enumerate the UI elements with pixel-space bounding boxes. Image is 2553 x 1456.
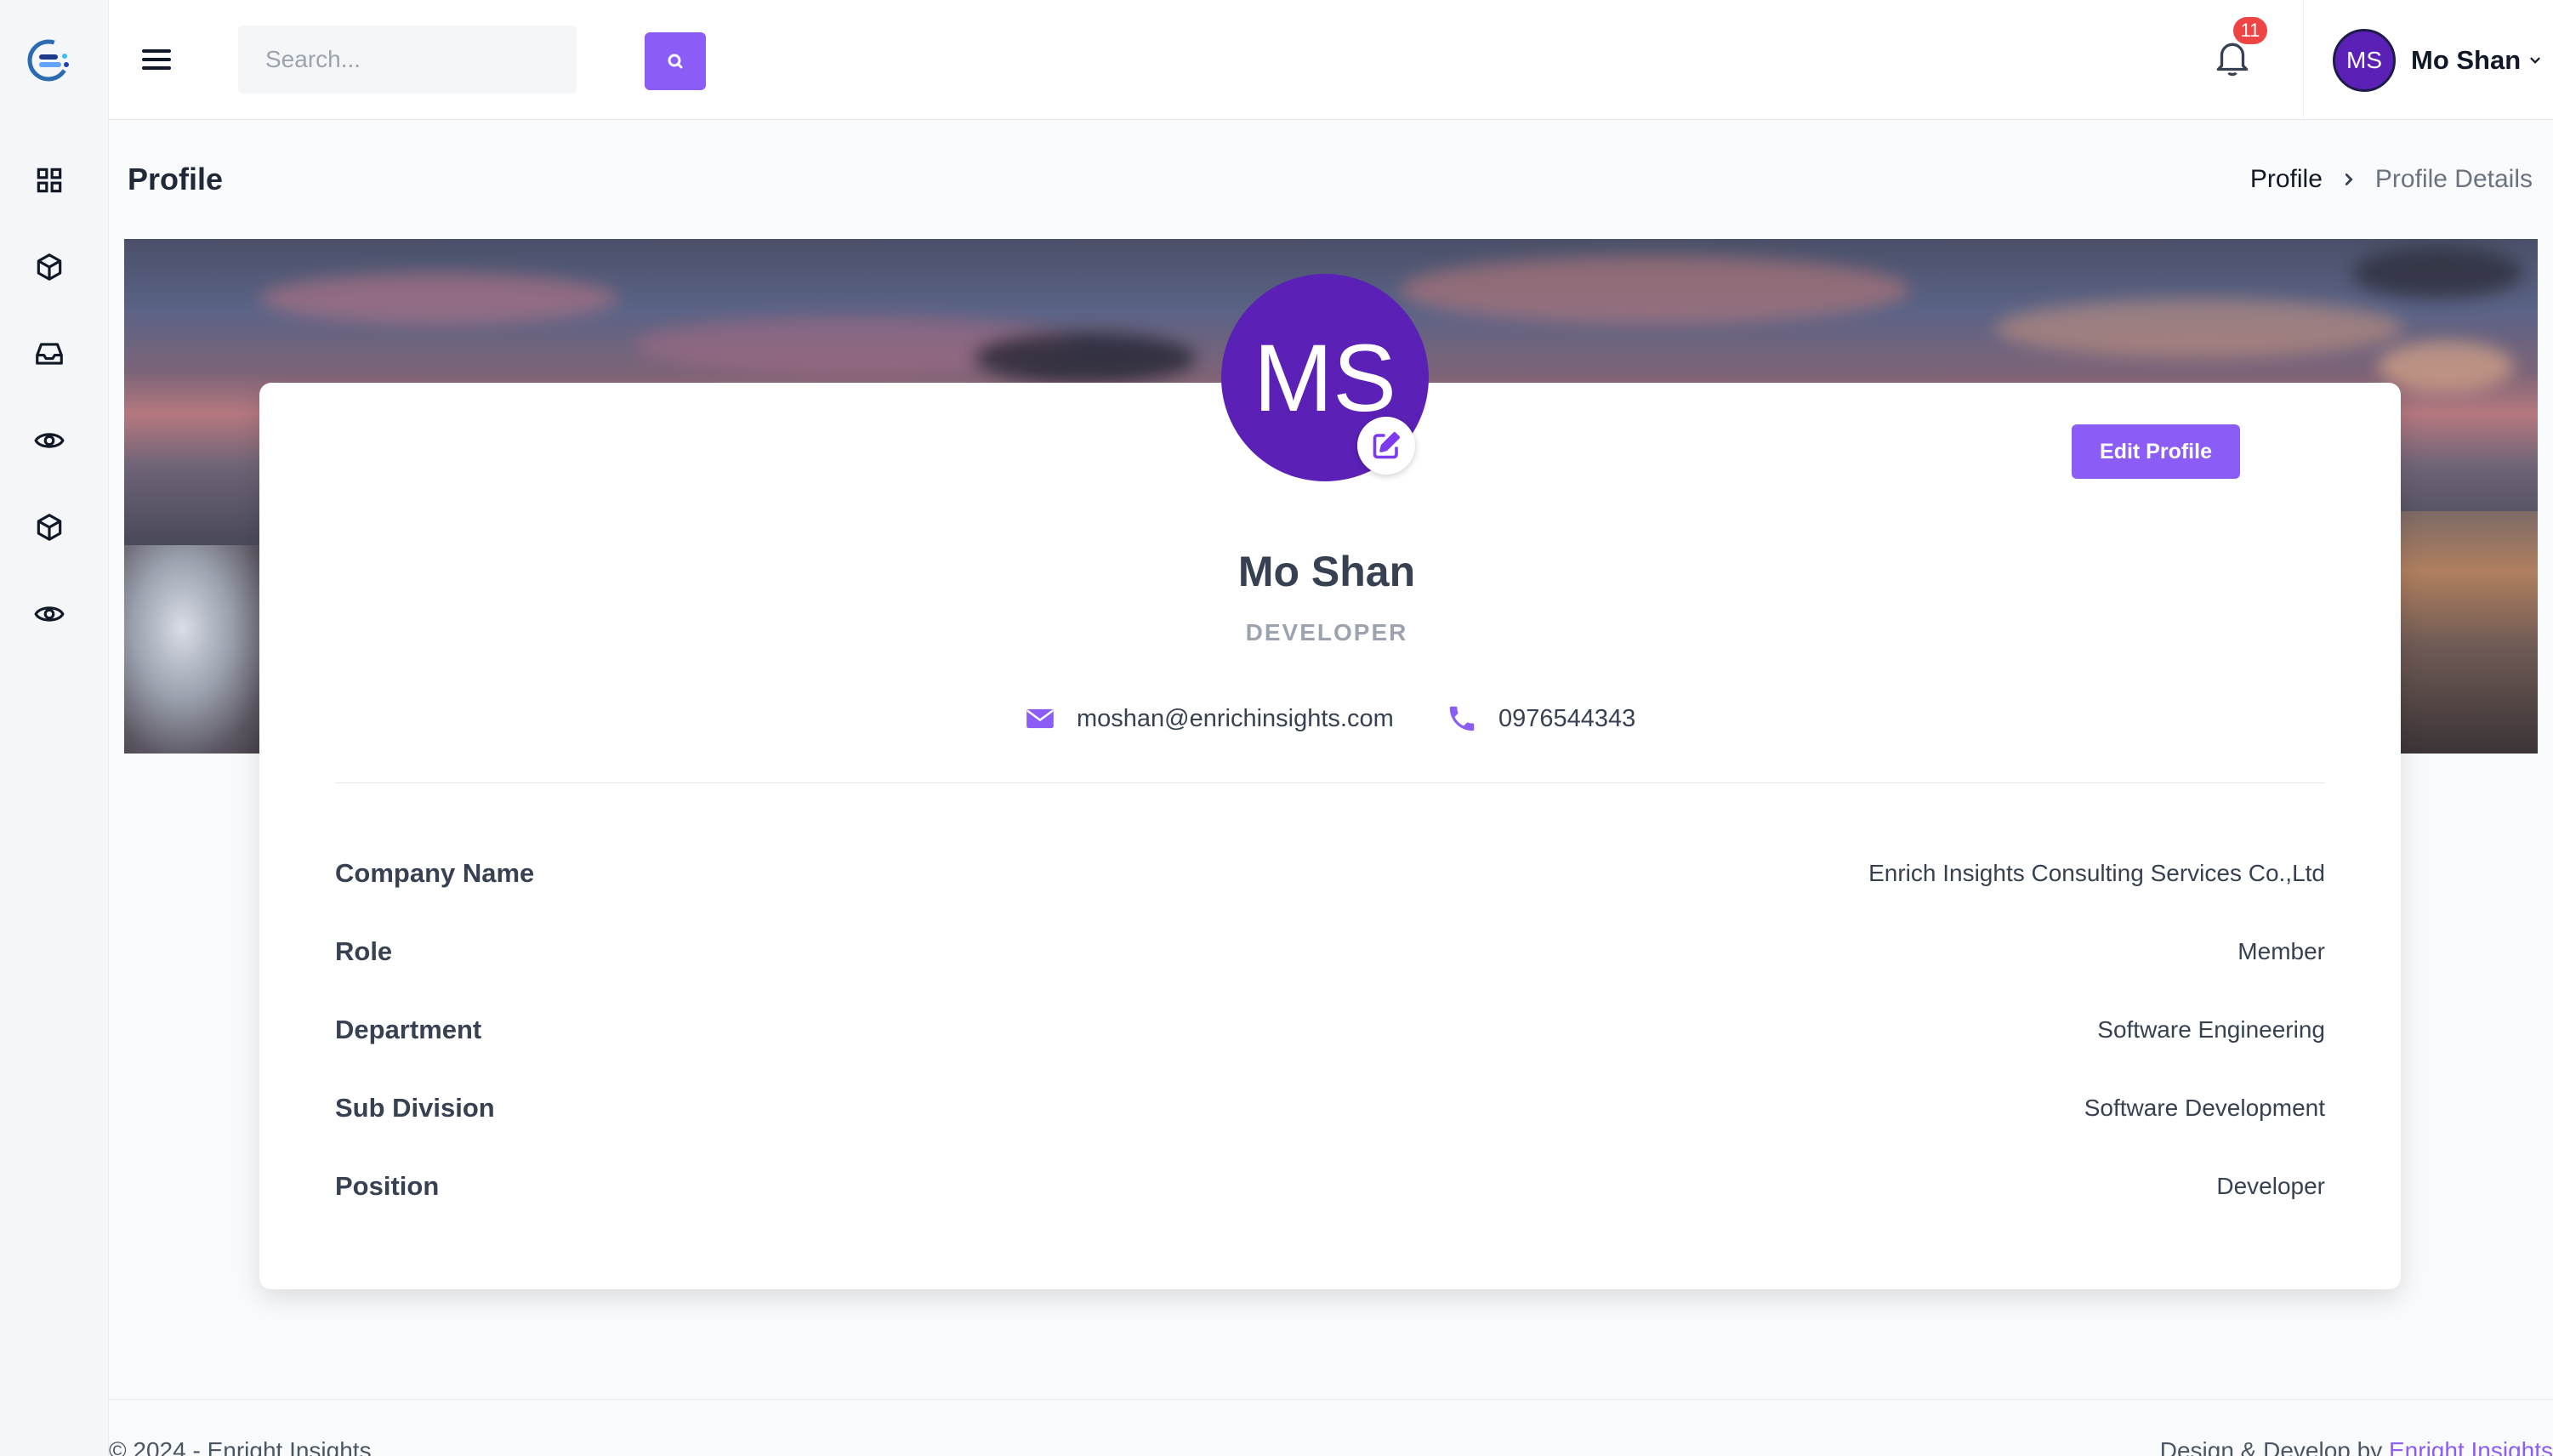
detail-row-sub-division: Sub Division Software Development <box>335 1087 2325 1129</box>
edit-avatar-button[interactable] <box>1357 417 1415 475</box>
sidebar-item-dashboard[interactable] <box>29 160 70 201</box>
chevron-right-icon <box>2345 173 2353 185</box>
detail-row-company: Company Name Enrich Insights Consulting … <box>335 852 2325 895</box>
menu-toggle-button[interactable] <box>139 43 173 77</box>
detail-value: Member <box>2237 938 2325 964</box>
card-divider <box>335 782 2325 783</box>
notification-badge: 11 <box>2233 17 2267 44</box>
detail-value: Enrich Insights Consulting Services Co.,… <box>1868 860 2325 886</box>
detail-value: Software Engineering <box>2097 1016 2325 1043</box>
user-menu[interactable]: MS Mo Shan <box>2303 0 2553 120</box>
footer-copyright: © 2024 - Enright Insights <box>109 1437 372 1456</box>
envelope-icon <box>1026 708 1054 729</box>
footer-credit-link[interactable]: Enright Insights <box>2389 1437 2553 1456</box>
email-text[interactable]: moshan@enrichinsights.com <box>1077 705 1394 733</box>
sidebar-item-products-2[interactable] <box>29 507 70 548</box>
detail-value: Developer <box>2216 1173 2325 1199</box>
sidebar-item-view-2[interactable] <box>29 594 70 634</box>
detail-label: Company Name <box>335 858 535 888</box>
eye-icon <box>34 433 65 448</box>
footer-divider <box>109 1399 2553 1400</box>
dashboard-grid-icon <box>37 168 62 193</box>
detail-label: Department <box>335 1015 482 1044</box>
sidebar <box>0 0 109 1456</box>
search-input[interactable] <box>238 26 510 94</box>
chevron-down-icon <box>2530 57 2540 64</box>
breadcrumb: Profile Profile Details <box>2250 165 2533 194</box>
phone-text[interactable]: 0976544343 <box>1498 705 1635 733</box>
app-logo[interactable] <box>26 36 75 85</box>
page-title: Profile <box>128 162 224 196</box>
footer-credit: Design & Develop by Enright Insights <box>2160 1437 2553 1456</box>
detail-label: Role <box>335 936 393 966</box>
edit-profile-button[interactable]: Edit Profile <box>2072 424 2240 479</box>
avatar: MS <box>2333 28 2396 92</box>
profile-role: DEVELOPER <box>1245 619 1408 646</box>
sidebar-item-view[interactable] <box>29 420 70 461</box>
hamburger-icon <box>142 49 171 70</box>
contact-email: moshan@enrichinsights.com <box>1024 702 1394 735</box>
footer-credit-text: Design & Develop by <box>2159 1437 2389 1456</box>
breadcrumb-item-profile[interactable]: Profile <box>2250 165 2323 194</box>
sidebar-item-inbox[interactable] <box>29 333 70 374</box>
detail-row-department: Department Software Engineering <box>335 1009 2325 1051</box>
profile-card <box>259 383 2401 1289</box>
breadcrumb-item-current: Profile Details <box>2374 165 2533 193</box>
contact-phone: 0976544343 <box>1446 702 1635 735</box>
detail-row-role: Role Member <box>335 930 2325 973</box>
top-header: 11 MS Mo Shan <box>109 0 2553 120</box>
phone-icon <box>1449 706 1475 731</box>
sidebar-item-products[interactable] <box>29 247 70 287</box>
user-name: Mo Shan <box>2411 44 2522 75</box>
inbox-icon <box>36 343 63 365</box>
cube-icon <box>37 514 62 541</box>
detail-value: Software Development <box>2084 1095 2325 1121</box>
detail-row-position: Position Developer <box>335 1165 2325 1208</box>
search-button[interactable] <box>645 32 706 90</box>
cube-icon <box>37 253 62 281</box>
search-icon <box>668 54 683 69</box>
profile-name: Mo Shan <box>1237 548 1416 595</box>
detail-label: Position <box>335 1171 440 1201</box>
edit-icon <box>1373 431 1401 459</box>
search-bar <box>238 26 706 94</box>
detail-label: Sub Division <box>335 1093 495 1123</box>
eye-icon <box>34 606 65 622</box>
